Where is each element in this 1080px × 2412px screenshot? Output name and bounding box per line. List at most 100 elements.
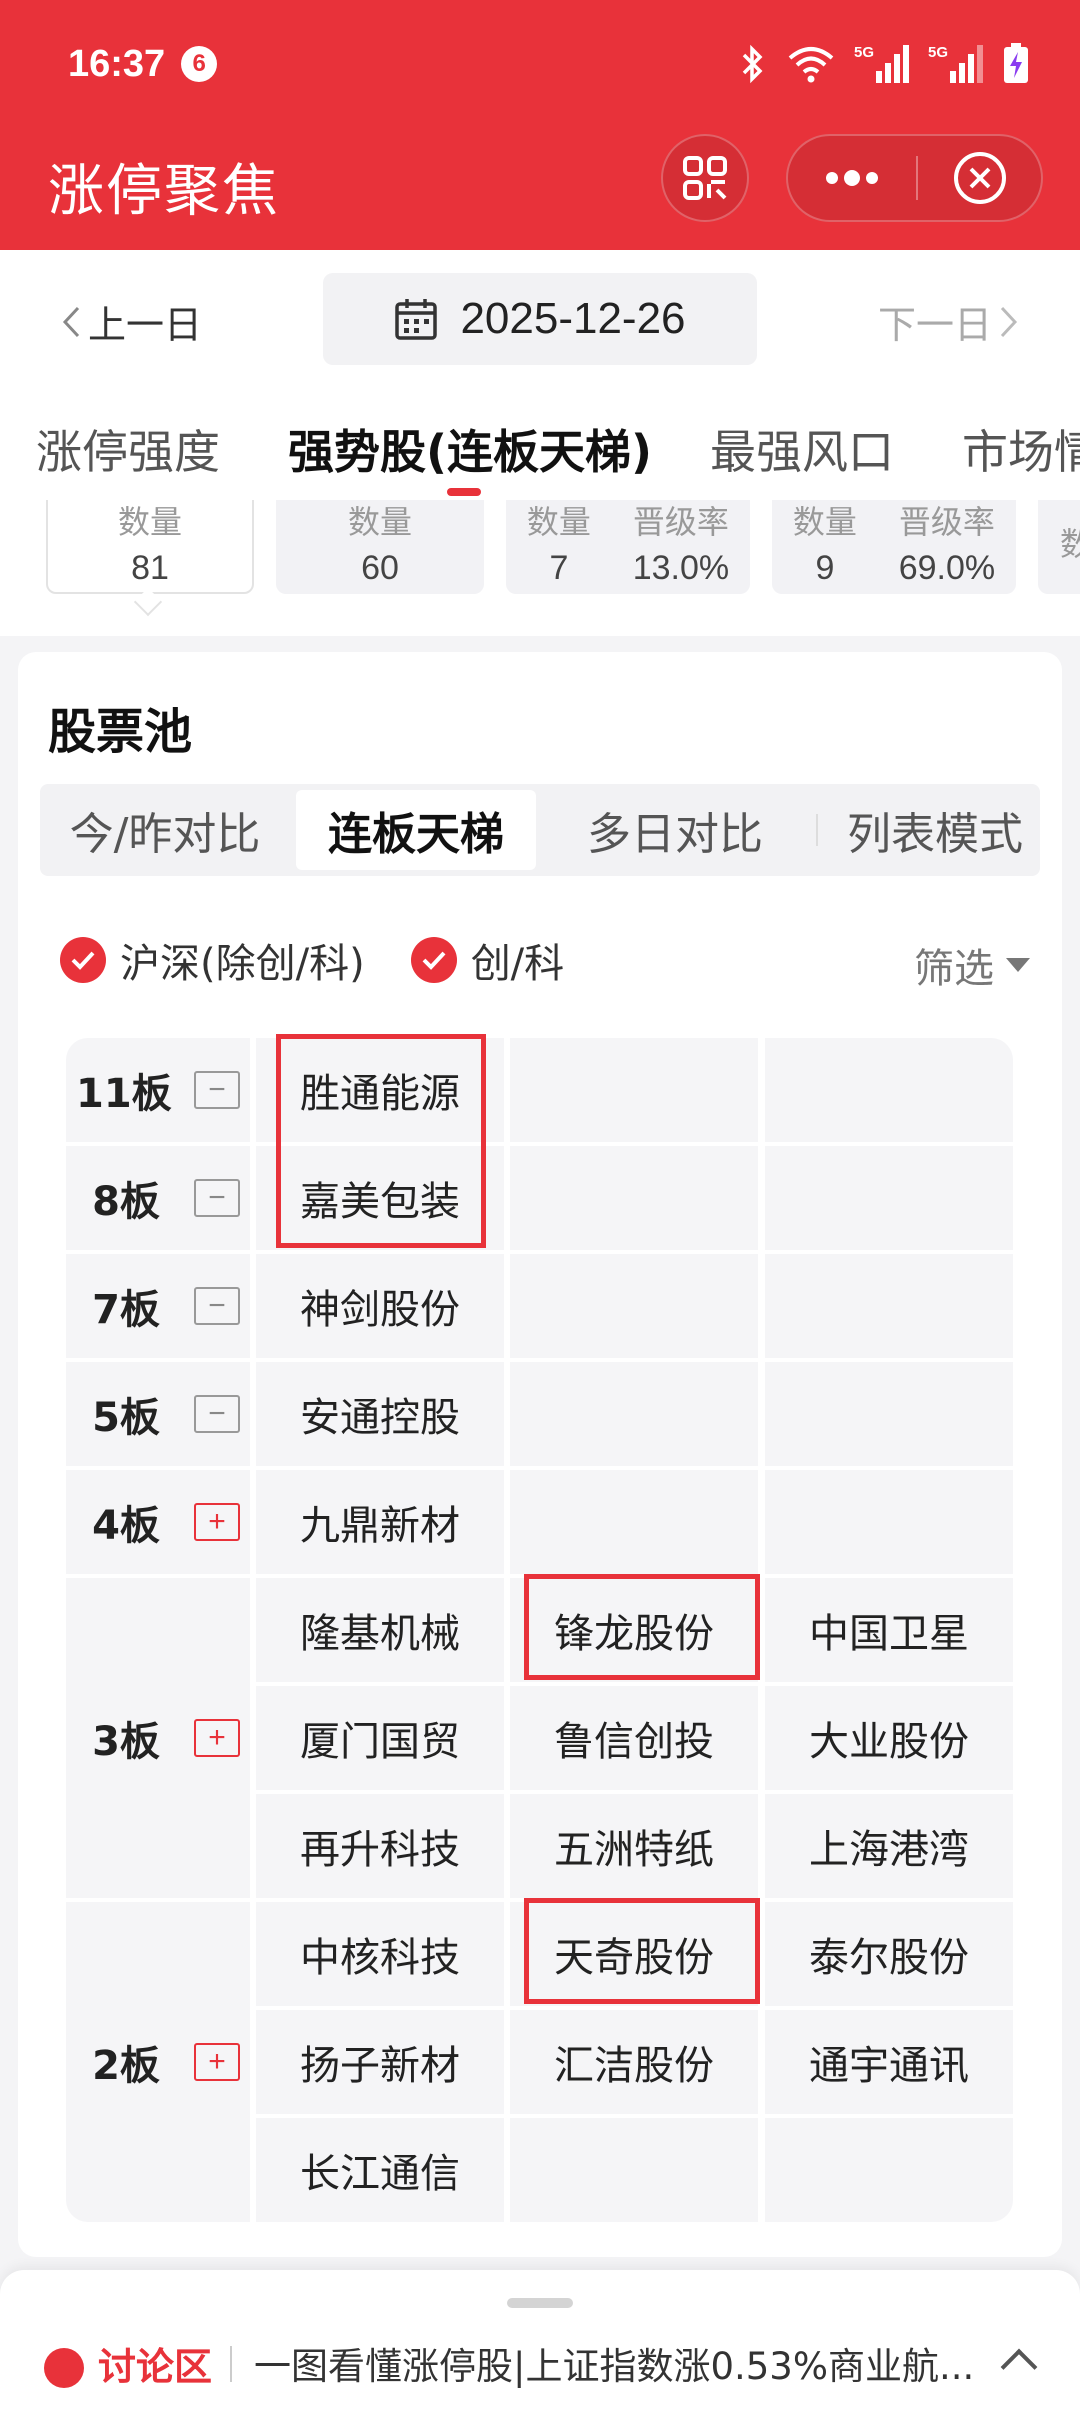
drag-handle[interactable]	[507, 2298, 573, 2308]
chevron-left-icon	[62, 306, 80, 337]
stock-name[interactable]: 上海港湾	[765, 1794, 1013, 1898]
signal-5g-icon: 5G	[928, 44, 983, 83]
stock-name[interactable]: 长江通信	[256, 2118, 504, 2222]
filter-dropdown[interactable]: 筛选	[914, 936, 1030, 994]
status-bar: 16:37 6 5G 5G	[68, 36, 1030, 92]
segment-ladder[interactable]: 连板天梯	[296, 790, 536, 870]
stock-name[interactable]: 嘉美包装	[256, 1146, 504, 1250]
page-body: 上一日 2025-12-26 下一日 涨停强度 强势股(连板天梯) 最强风口 市…	[0, 250, 1080, 2412]
clock: 16:37	[68, 42, 166, 85]
collapse-level-button[interactable]: −	[194, 1287, 240, 1325]
stock-name[interactable]: 安通控股	[256, 1362, 504, 1466]
stock-name[interactable]: 天奇股份	[510, 1902, 758, 2006]
filter-main-board-label: 沪深(除创/科)	[120, 941, 365, 987]
stock-name[interactable]: 通宇通讯	[765, 2010, 1013, 2114]
stat-label: 数	[1060, 525, 1080, 563]
qr-scan-icon	[683, 156, 727, 200]
stock-name[interactable]: 厦门国贸	[256, 1686, 504, 1790]
svg-text:5G: 5G	[928, 44, 948, 61]
stat-card[interactable]: 数量 60	[276, 500, 484, 594]
discussion-label[interactable]: 讨论区	[98, 2336, 212, 2391]
scan-button[interactable]	[661, 134, 749, 222]
stat-value: 69.0%	[898, 548, 996, 587]
prev-day-button[interactable]: 上一日	[60, 294, 202, 349]
stat-label: 数量	[526, 502, 591, 541]
stock-name[interactable]: 中国卫星	[765, 1578, 1013, 1682]
stat-label: 数量	[117, 502, 182, 541]
stock-name[interactable]: 胜通能源	[256, 1038, 504, 1142]
expand-level-button[interactable]: +	[194, 2043, 240, 2081]
pool-title: 股票池	[48, 704, 193, 760]
stat-value: 13.0%	[632, 548, 730, 587]
calendar-icon	[395, 299, 438, 340]
signal-5g-icon: 5G	[854, 44, 909, 83]
stat-label: 晋级率	[898, 502, 995, 541]
bluetooth-icon	[742, 44, 763, 84]
stat-value: 60	[361, 548, 399, 587]
segment-compare-yesterday[interactable]: 今/昨对比	[40, 784, 290, 876]
checkbox-main-board[interactable]	[60, 937, 106, 983]
tab-limit-strength[interactable]: 涨停强度	[36, 416, 220, 482]
bottom-divider	[230, 2346, 232, 2382]
checkbox-growth-board[interactable]	[410, 937, 457, 983]
date-picker[interactable]: 2025-12-26	[323, 273, 757, 365]
stock-name[interactable]: 汇洁股份	[510, 2010, 758, 2114]
checkmark-icon	[422, 951, 446, 970]
more-dots-icon	[826, 170, 878, 186]
chevron-up-icon[interactable]	[1000, 2348, 1038, 2386]
segment-divider	[816, 814, 818, 846]
mini-program-capsule	[786, 134, 1043, 222]
discussion-bar[interactable]: 讨论区 一图看懂涨停股|上证指数涨0.53%商业航...	[0, 2270, 1080, 2412]
stock-name[interactable]: 锋龙股份	[510, 1578, 758, 1682]
stock-name[interactable]: 再升科技	[256, 1794, 504, 1898]
collapse-level-button[interactable]: −	[194, 1395, 240, 1433]
segment-list-mode[interactable]: 列表模式	[830, 784, 1040, 876]
tab-hot-sectors[interactable]: 最强风口	[710, 416, 894, 482]
filter-growth-board-label: 创/科	[470, 941, 565, 987]
status-icons: 5G 5G	[738, 43, 1030, 85]
tab-market-sentiment[interactable]: 市场情	[962, 416, 1080, 482]
stock-name[interactable]: 中核科技	[256, 1902, 504, 2006]
stock-name[interactable]: 鲁信创投	[510, 1686, 758, 1790]
prev-day-label: 上一日	[88, 303, 203, 347]
active-tab-indicator	[447, 488, 481, 496]
stat-card[interactable]: 数	[1038, 500, 1080, 594]
app-header: 16:37 6 5G 5G 涨停聚焦	[0, 0, 1080, 250]
stat-label: 数量	[347, 502, 412, 541]
close-circle-icon	[953, 152, 1006, 204]
tab-strong-stocks[interactable]: 强势股(连板天梯)	[288, 416, 652, 482]
collapse-level-button[interactable]: −	[194, 1179, 240, 1217]
expand-level-button[interactable]: +	[194, 1719, 240, 1757]
stock-name[interactable]: 五洲特纸	[510, 1794, 758, 1898]
svg-text:5G: 5G	[854, 44, 874, 61]
view-mode-switch: 今/昨对比 连板天梯 多日对比 列表模式	[40, 784, 1040, 876]
discussion-icon	[44, 2348, 84, 2388]
stock-name[interactable]: 九鼎新材	[256, 1470, 504, 1574]
news-headline[interactable]: 一图看懂涨停股|上证指数涨0.53%商业航...	[254, 2336, 974, 2390]
stock-name[interactable]: 泰尔股份	[765, 1902, 1013, 2006]
date-navigator: 上一日 2025-12-26 下一日	[0, 250, 1080, 390]
stat-label: 数量	[792, 502, 857, 541]
next-day-label: 下一日	[877, 303, 992, 347]
battery-charging-icon	[1004, 43, 1028, 83]
segment-multi-day[interactable]: 多日对比	[550, 784, 800, 876]
next-day-button[interactable]: 下一日	[878, 294, 1020, 349]
current-date: 2025-12-26	[460, 294, 686, 343]
stat-card[interactable]: 数量 81	[46, 500, 254, 594]
stock-name[interactable]: 隆基机械	[256, 1578, 504, 1682]
market-filters: 沪深(除创/科) 创/科 筛选	[60, 930, 1030, 992]
stock-name[interactable]: 神剑股份	[256, 1254, 504, 1358]
filter-label: 筛选	[914, 946, 994, 992]
stat-card[interactable]: 数量 7 晋级率 13.0%	[506, 500, 750, 594]
stat-card[interactable]: 数量 9 晋级率 69.0%	[772, 500, 1016, 594]
collapse-level-button[interactable]: −	[194, 1071, 240, 1109]
wifi-icon	[788, 47, 834, 83]
stat-value: 9	[815, 548, 835, 587]
stock-name[interactable]: 大业股份	[765, 1686, 1013, 1790]
more-button[interactable]	[788, 136, 916, 220]
expand-level-button[interactable]: +	[194, 1503, 240, 1541]
stock-name[interactable]: 扬子新材	[256, 2010, 504, 2114]
app-title: 涨停聚焦	[48, 159, 280, 224]
close-button[interactable]	[918, 136, 1041, 220]
chevron-right-icon	[1000, 306, 1018, 337]
